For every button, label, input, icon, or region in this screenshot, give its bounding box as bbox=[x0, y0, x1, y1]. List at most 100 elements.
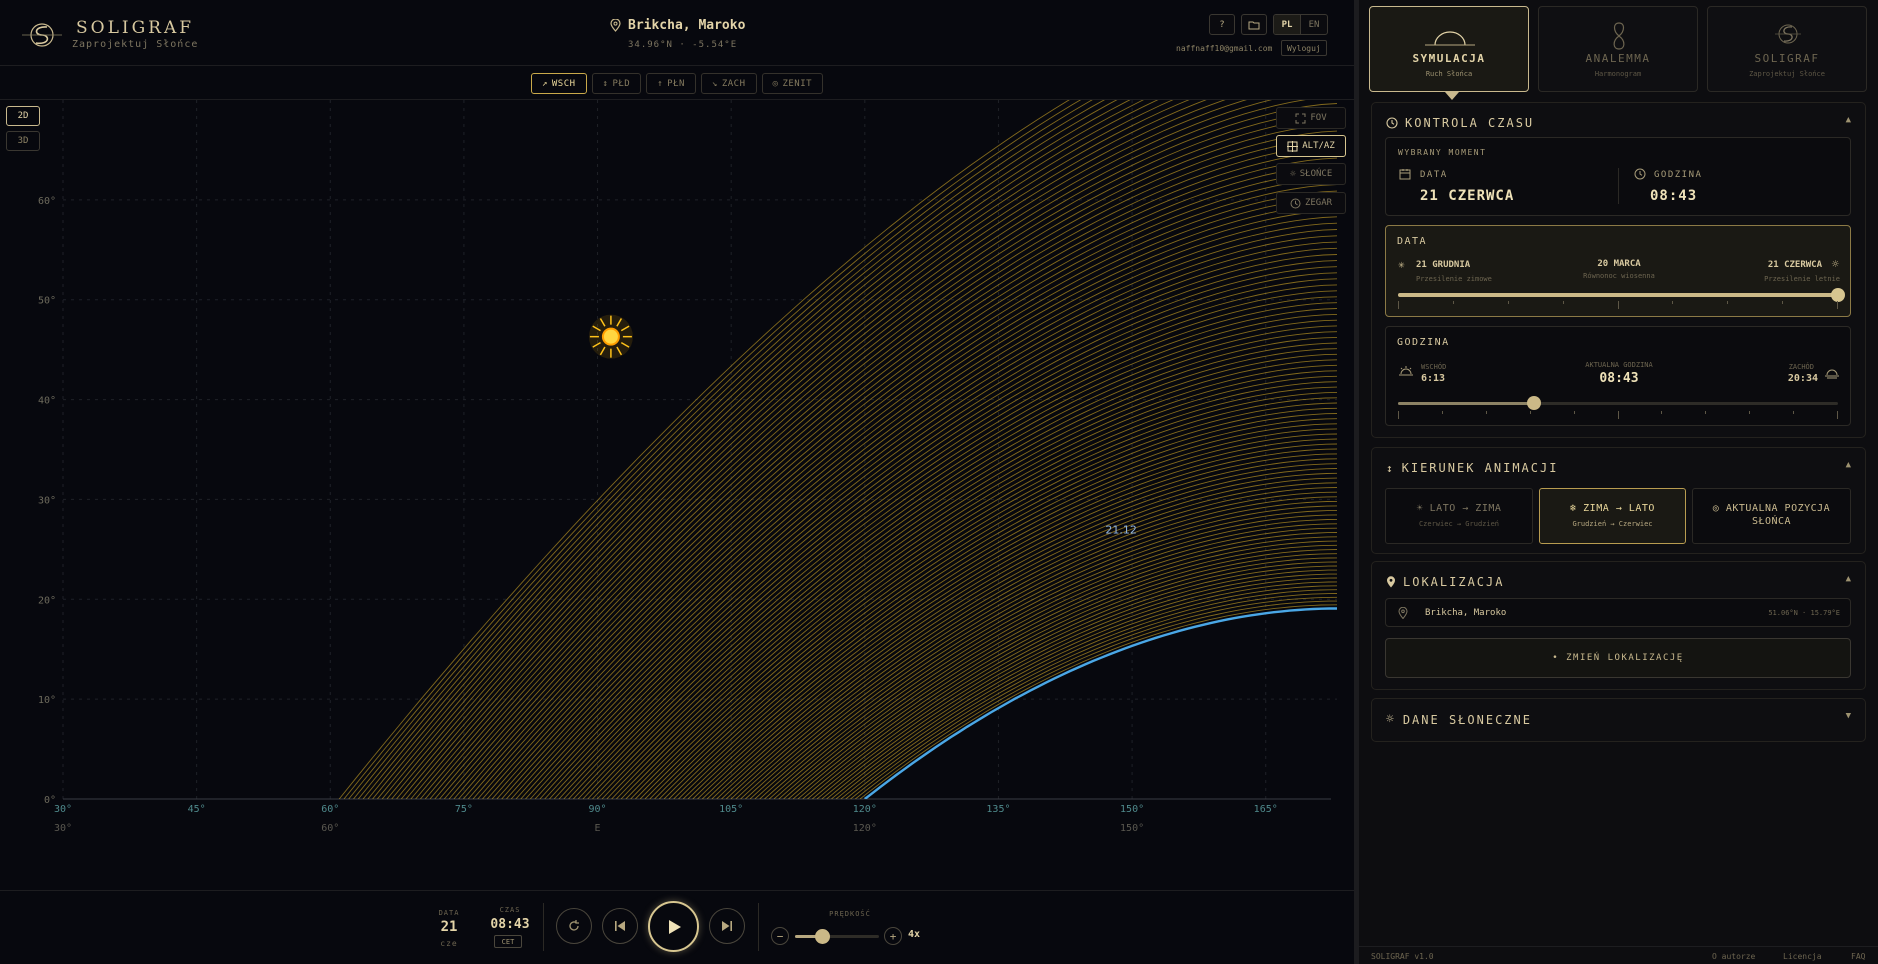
tab-analemma[interactable]: ANALEMMA Harmonogram bbox=[1538, 6, 1698, 92]
dir-label: ZENIT bbox=[782, 78, 813, 89]
logout-button[interactable]: Wyloguj bbox=[1281, 40, 1327, 56]
winter-series-label: 21.12 bbox=[1105, 523, 1137, 536]
date-slider-handle[interactable] bbox=[1831, 288, 1845, 302]
view-3d-button[interactable]: 3D bbox=[6, 131, 40, 151]
speed-increase-button[interactable]: + bbox=[884, 927, 902, 945]
slider-tick bbox=[1837, 411, 1838, 419]
sun-path-line bbox=[725, 487, 1337, 799]
dir-east-button[interactable]: ↗ WSCH bbox=[530, 73, 587, 94]
solar-data-header[interactable]: ☼ DANE SŁONECZNE bbox=[1386, 712, 1532, 727]
expand-caret-icon[interactable]: ▼ bbox=[1846, 711, 1851, 721]
hour-slider-handle[interactable] bbox=[1527, 396, 1542, 410]
sun-path-chart[interactable]: 21.120°10°20°30°40°50°60°30° 45° 60° 75° 90°… bbox=[0, 100, 1354, 890]
altaz-button[interactable]: ALT/AZ bbox=[1276, 135, 1346, 157]
section-title: KONTROLA CZASU bbox=[1405, 116, 1535, 130]
playback-day: 21 bbox=[440, 919, 458, 935]
slider-tick bbox=[1573, 411, 1575, 414]
sun-path-line bbox=[515, 247, 1337, 799]
tab-soligraf[interactable]: SOLIGRAF Zaprojektuj Słońce bbox=[1707, 6, 1867, 92]
help-button[interactable]: ? bbox=[1209, 14, 1235, 35]
dir-north-button[interactable]: ↑ PŁN bbox=[646, 73, 696, 94]
active-tab-pointer bbox=[1445, 92, 1459, 100]
skip-forward-icon bbox=[722, 921, 732, 931]
collapse-caret-icon[interactable]: ▲ bbox=[1846, 460, 1851, 470]
clock-toggle-button[interactable]: ZEGAR bbox=[1276, 192, 1346, 214]
plus-icon: + bbox=[889, 929, 897, 943]
dir-label: WSCH bbox=[551, 78, 576, 89]
collapse-caret-icon[interactable]: ▲ bbox=[1846, 115, 1851, 125]
speed-slider-handle[interactable] bbox=[814, 929, 830, 944]
view-2d-button[interactable]: 2D bbox=[6, 106, 40, 126]
speed-decrease-button[interactable]: − bbox=[771, 927, 789, 945]
version-label: SOLIGRAF v1.0 bbox=[1371, 952, 1434, 961]
timezone-badge: CET bbox=[494, 935, 522, 948]
date-slider-box: DATA ✳ 21 GRUDNIA Przesilenie zimowe 20 … bbox=[1385, 225, 1851, 317]
hour-slider-fill bbox=[1398, 402, 1535, 405]
sun-path-line bbox=[439, 144, 1337, 799]
dir-south-button[interactable]: ↕ PŁD bbox=[591, 73, 642, 94]
animation-header[interactable]: ↕ KIERUNEK ANIMACJI bbox=[1386, 461, 1558, 475]
slider-tick bbox=[1398, 301, 1399, 309]
x-tick-label: 105° bbox=[719, 804, 743, 815]
slider-tick bbox=[1782, 301, 1784, 304]
lang-en-button[interactable]: EN bbox=[1300, 15, 1327, 34]
current-sun-position-button[interactable]: ◎ AKTUALNA POZYCJA SŁOŃCA bbox=[1692, 488, 1851, 544]
date-label: DATA bbox=[1420, 170, 1448, 180]
time-control-header[interactable]: KONTROLA CZASU bbox=[1386, 116, 1534, 130]
location-header[interactable]: LOKALIZACJA bbox=[1386, 575, 1504, 589]
date-left-sub: Przesilenie zimowe bbox=[1416, 275, 1492, 283]
location-title[interactable]: Brikcha, Maroko bbox=[610, 18, 745, 33]
collapse-caret-icon[interactable]: ▲ bbox=[1846, 574, 1851, 584]
analemma-icon bbox=[1613, 22, 1625, 50]
snowflake-icon: ❄ bbox=[1570, 503, 1577, 514]
reset-button[interactable] bbox=[556, 908, 592, 944]
sun-icon: ☼ bbox=[1386, 712, 1396, 727]
folder-button[interactable] bbox=[1241, 14, 1267, 35]
about-link[interactable]: O autorze bbox=[1712, 952, 1755, 961]
sun-path-line bbox=[372, 100, 1159, 799]
slider-tick bbox=[1441, 411, 1443, 414]
option-label: AKTUALNA POZYCJA SŁOŃCA bbox=[1725, 503, 1831, 527]
dir-west-button[interactable]: ↘ ZACH bbox=[700, 73, 757, 94]
x-tick-label: 135° bbox=[986, 804, 1010, 815]
sun-path-line bbox=[855, 600, 1337, 799]
sun-path-line bbox=[745, 505, 1337, 799]
next-button[interactable] bbox=[709, 908, 745, 944]
sun-icon: ☀ bbox=[1416, 503, 1424, 514]
winter-to-summer-button[interactable]: ❄ ZIMA → LATO Grudzień → Czerwiec bbox=[1539, 488, 1686, 544]
y-tick-label: 40° bbox=[38, 396, 56, 407]
lang-pl-button[interactable]: PL bbox=[1274, 15, 1300, 34]
sky-chart-area[interactable]: 21.12 0° 10° 20° 30° 40° 50° 60° 30° 45° 60° 75° 90°… bbox=[0, 100, 1354, 890]
dir-label: PŁD bbox=[612, 78, 631, 89]
expand-icon bbox=[1295, 113, 1306, 123]
sun-path-line bbox=[606, 359, 1337, 799]
sun-path-line bbox=[443, 150, 1337, 799]
slider-tick bbox=[1507, 301, 1509, 304]
play-button[interactable] bbox=[648, 901, 699, 952]
date-value: 21 CZERWCA bbox=[1420, 188, 1515, 204]
dir-zenith-button[interactable]: ◎ ZENIT bbox=[761, 73, 824, 94]
slider-tick bbox=[1617, 411, 1619, 419]
license-link[interactable]: Licencja bbox=[1783, 952, 1822, 961]
x-tick-label-secondary: 150° bbox=[1120, 823, 1144, 834]
slider-tick bbox=[1661, 411, 1663, 414]
hour-slider[interactable] bbox=[1398, 396, 1838, 410]
soligraf-logo-icon[interactable] bbox=[20, 18, 64, 52]
tab-simulation[interactable]: SYMULACJA Ruch Słońca bbox=[1369, 6, 1529, 100]
slider-tick bbox=[1562, 301, 1564, 304]
clock-icon bbox=[1386, 117, 1398, 129]
change-location-button[interactable]: • ZMIEŃ LOKALIZACJĘ bbox=[1385, 638, 1851, 678]
faq-link[interactable]: FAQ bbox=[1851, 952, 1865, 961]
speed-slider[interactable] bbox=[795, 929, 879, 944]
date-slider[interactable] bbox=[1398, 288, 1845, 302]
sun-toggle-button[interactable]: ☼ SŁOŃCE bbox=[1276, 163, 1346, 185]
summer-to-winter-button[interactable]: ☀ LATO → ZIMA Czerwiec → Grudzień bbox=[1385, 488, 1533, 544]
tab-sub: Ruch Słońca bbox=[1425, 70, 1473, 78]
fov-button[interactable]: FOV bbox=[1276, 107, 1346, 129]
map-pin-icon bbox=[1387, 576, 1395, 588]
previous-button[interactable] bbox=[602, 908, 638, 944]
play-icon bbox=[668, 919, 681, 934]
x-tick-label-secondary: 60° bbox=[321, 823, 339, 834]
brand-tagline: Zaprojektuj Słońce bbox=[72, 39, 199, 50]
hour-slider-ticks bbox=[1398, 411, 1838, 419]
